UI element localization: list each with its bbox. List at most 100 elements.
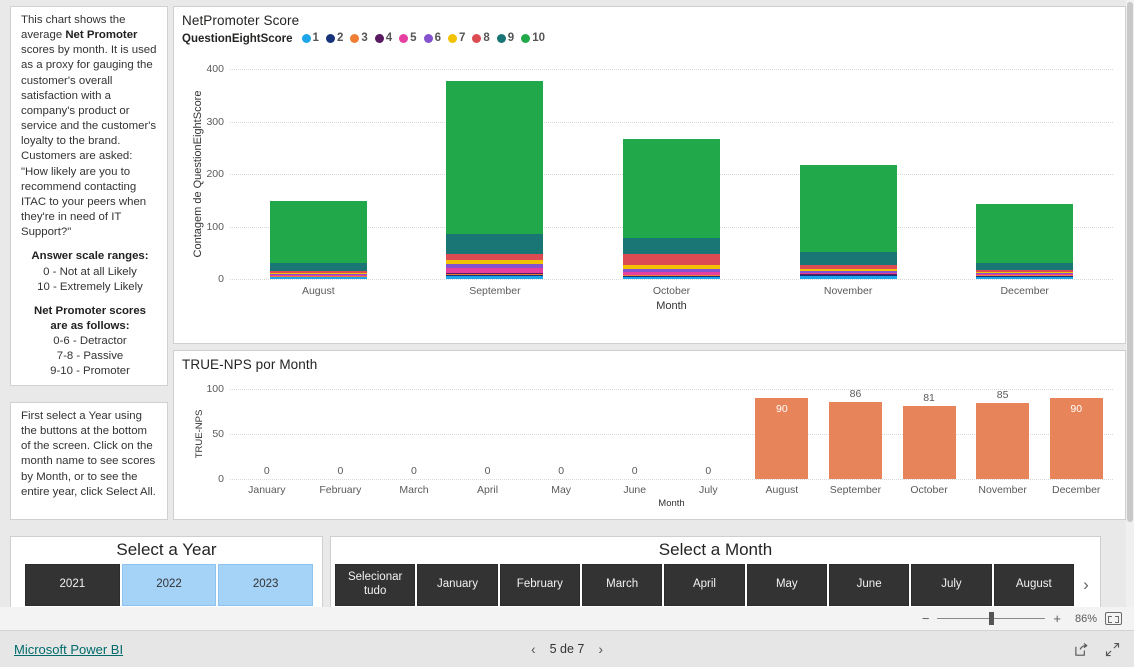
stacked-bar-october[interactable] bbox=[622, 138, 721, 279]
instructions-textbox: First select a Year using the buttons at… bbox=[10, 402, 168, 520]
legend-item-9[interactable]: 9 bbox=[496, 32, 514, 44]
chevron-right-icon[interactable]: › bbox=[1075, 564, 1096, 606]
month-slicer-item-january[interactable]: January bbox=[417, 564, 498, 606]
gridline bbox=[230, 479, 1113, 480]
canvas-scrollbar[interactable] bbox=[1126, 0, 1134, 630]
zoom-slider[interactable] bbox=[937, 612, 1046, 625]
legend-item-label: 7 bbox=[458, 32, 466, 44]
month-slicer: Select a Month Selecionar tudo January Feb… bbox=[330, 536, 1101, 614]
bar-segment-score-10[interactable] bbox=[269, 200, 367, 264]
month-slicer-item-june[interactable]: June bbox=[828, 564, 910, 606]
zoom-in-button[interactable]: + bbox=[1053, 611, 1061, 626]
month-slicer-item-selecionar-tudo[interactable]: Selecionar tudo bbox=[335, 564, 416, 606]
legend-swatch-icon bbox=[301, 33, 311, 43]
legend-item-3[interactable]: 3 bbox=[350, 32, 368, 44]
y-axis-tick: 0 bbox=[218, 473, 224, 485]
nps-range-detractor: 0-6 - Detractor bbox=[53, 335, 127, 348]
year-slicer-item-2022[interactable]: 2022 bbox=[121, 564, 217, 606]
bar-segment-score-9[interactable] bbox=[976, 262, 1074, 270]
fullscreen-icon[interactable] bbox=[1105, 642, 1120, 657]
gridline bbox=[230, 69, 1113, 70]
year-slicer-item-2023[interactable]: 2023 bbox=[218, 564, 314, 606]
bar-segment-score-1[interactable] bbox=[799, 276, 897, 279]
bar-segment-score-8[interactable] bbox=[622, 254, 721, 266]
x-axis-tick-march: March bbox=[399, 484, 429, 496]
year-slicer-item-2021[interactable]: 2021 bbox=[25, 564, 120, 606]
legend-item-5[interactable]: 5 bbox=[399, 32, 417, 44]
bar-value-label-june: 0 bbox=[631, 465, 638, 477]
bar-segment-score-9[interactable] bbox=[269, 263, 367, 271]
month-slicer-item-april[interactable]: April bbox=[664, 564, 745, 606]
bar-segment-score-9[interactable] bbox=[622, 237, 721, 255]
year-slicer-header: Select a Year bbox=[116, 540, 217, 559]
legend-item-10[interactable]: 10 bbox=[521, 32, 545, 44]
year-slicer-items: 2021 2022 2023 bbox=[11, 560, 322, 606]
legend-items: 1 2 3 4 5 6 7 8 9 10 bbox=[301, 32, 552, 46]
bar-segment-score-1[interactable] bbox=[622, 277, 721, 279]
page-navigation: ‹ 5 de 7 › bbox=[531, 641, 603, 657]
month-slicer-item-march[interactable]: March bbox=[581, 564, 663, 606]
bar-segment-score-10[interactable] bbox=[799, 165, 897, 253]
stacked-bar-november[interactable] bbox=[799, 165, 897, 279]
page-indicator: 5 de 7 bbox=[549, 642, 585, 656]
description-textbox: This chart shows the average Net Promote… bbox=[10, 6, 168, 386]
month-slicer-header: Select a Month bbox=[658, 540, 773, 559]
canvas-scrollbar-thumb[interactable] bbox=[1127, 2, 1133, 522]
previous-page-button[interactable]: ‹ bbox=[531, 641, 536, 657]
gridline bbox=[230, 389, 1113, 390]
bar-value-label-july: 0 bbox=[705, 465, 712, 477]
legend-item-2[interactable]: 2 bbox=[325, 32, 344, 44]
nps-x-axis-title: Month bbox=[656, 300, 687, 312]
bar-segment-score-9[interactable] bbox=[799, 252, 897, 266]
month-slicer-items: Selecionar tudo January February March April… bbox=[331, 560, 1100, 606]
bar-segment-score-10[interactable] bbox=[446, 81, 544, 234]
bar-segment-score-10[interactable] bbox=[976, 204, 1074, 263]
bar-segment-score-1[interactable] bbox=[446, 276, 544, 279]
nps-bar-september[interactable] bbox=[828, 401, 882, 479]
stacked-bar-september[interactable] bbox=[446, 81, 544, 279]
legend-item-8[interactable]: 8 bbox=[472, 32, 490, 44]
stacked-bar-december[interactable] bbox=[976, 204, 1074, 279]
true-nps-visual: TRUE-NPS por Month TRUE-NPS 0 50 100 0 Januar… bbox=[173, 350, 1126, 520]
bar-segment-score-1[interactable] bbox=[269, 277, 367, 279]
bar-value-label-january: 0 bbox=[263, 465, 270, 477]
true-nps-chart-title: TRUE-NPS por Month bbox=[182, 357, 318, 372]
legend-item-6[interactable]: 6 bbox=[423, 32, 441, 44]
month-slicer-item-july[interactable]: July bbox=[911, 564, 992, 606]
legend-swatch-icon bbox=[472, 33, 482, 43]
microsoft-power-bi-link[interactable]: Microsoft Power BI bbox=[14, 642, 123, 657]
month-slicer-item-may[interactable]: May bbox=[746, 564, 827, 606]
month-slicer-item-february[interactable]: February bbox=[499, 564, 580, 606]
legend-item-1[interactable]: 1 bbox=[301, 32, 319, 44]
fit-to-page-icon[interactable] bbox=[1105, 612, 1122, 625]
gridline bbox=[230, 121, 1113, 123]
nps-bar-october[interactable] bbox=[902, 406, 956, 479]
next-page-button[interactable]: › bbox=[598, 641, 603, 657]
legend-item-label: 2 bbox=[336, 32, 344, 44]
bar-segment-score-9[interactable] bbox=[446, 233, 544, 254]
x-axis-tick-july: July bbox=[698, 484, 718, 496]
month-slicer-item-august[interactable]: August bbox=[993, 564, 1074, 606]
share-icon[interactable] bbox=[1074, 642, 1089, 657]
legend-item-7[interactable]: 7 bbox=[447, 32, 466, 44]
description-paragraph: This chart shows the average Net Promote… bbox=[21, 14, 160, 239]
zoom-slider-thumb[interactable] bbox=[989, 612, 995, 625]
legend-swatch-icon bbox=[423, 33, 433, 43]
x-axis-tick-october: October bbox=[910, 484, 948, 496]
x-axis-tick-may: May bbox=[551, 484, 572, 496]
legend-item-4[interactable]: 4 bbox=[374, 32, 392, 44]
x-axis-tick-august: August bbox=[765, 484, 799, 496]
legend-swatch-icon bbox=[374, 33, 384, 43]
report-canvas: This chart shows the average Net Promote… bbox=[0, 0, 1134, 630]
bar-segment-score-1[interactable] bbox=[976, 276, 1074, 279]
answer-scale-line-2: 10 - Extremely Likely bbox=[37, 280, 143, 293]
nps-bar-november[interactable] bbox=[976, 402, 1030, 479]
bar-value-label-september: 86 bbox=[849, 387, 862, 400]
zoom-out-button[interactable]: − bbox=[922, 611, 930, 626]
footer-actions bbox=[1074, 642, 1120, 657]
legend-item-label: 1 bbox=[312, 32, 319, 44]
true-nps-x-axis-title: Month bbox=[658, 498, 685, 509]
legend-swatch-icon bbox=[325, 33, 335, 43]
stacked-bar-august[interactable] bbox=[269, 200, 367, 279]
bar-segment-score-10[interactable] bbox=[622, 138, 721, 238]
